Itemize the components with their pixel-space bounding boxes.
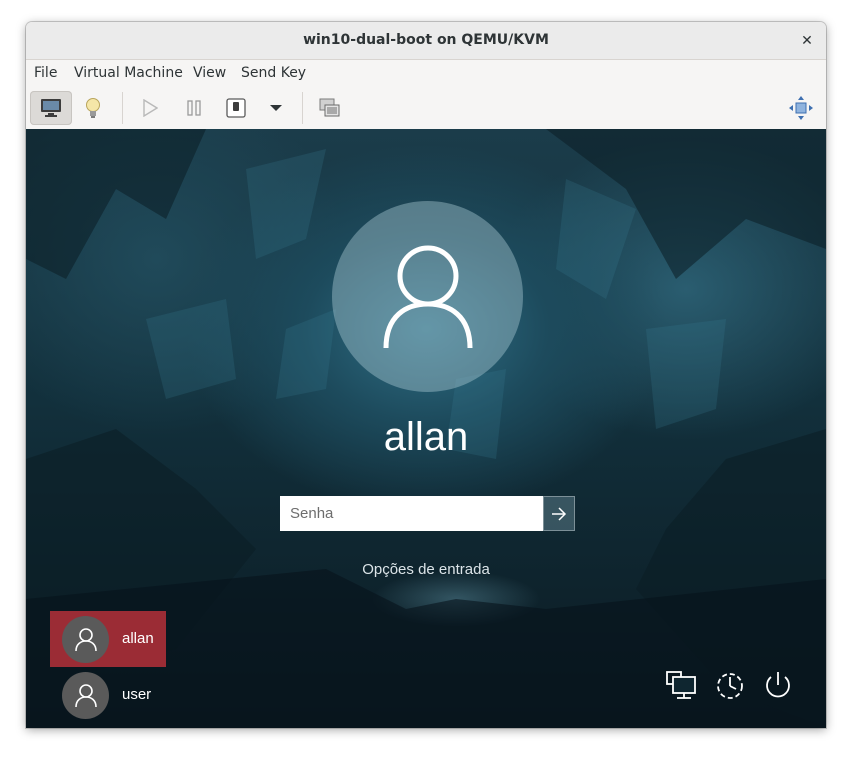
password-box [280,496,575,531]
user-avatar [332,201,523,392]
menu-virtual-machine[interactable]: Virtual Machine [74,60,183,86]
snapshots-icon [319,98,340,117]
pause-icon [187,100,201,116]
run-button[interactable] [129,91,171,125]
arrow-right-icon [552,506,567,521]
user-tile-label: allan [122,630,154,647]
submit-button[interactable] [543,496,575,531]
avatar [62,616,109,663]
power-button[interactable] [760,667,796,703]
console-icon [41,99,61,117]
user-icon [383,245,472,348]
user-icon [74,683,97,707]
menu-view[interactable]: View [193,60,226,86]
accessibility-icon [717,673,743,699]
power-icon [766,672,790,698]
lightbulb-icon [86,98,100,118]
signin-options-link[interactable]: Opções de entrada [26,561,826,578]
details-button[interactable] [72,91,114,125]
user-tile-label: user [122,686,152,703]
password-input[interactable] [280,496,543,531]
snapshots-button[interactable] [309,91,351,125]
user-icon [74,627,97,651]
window-title: win10-dual-boot on QEMU/KVM [303,32,549,48]
user-tile-user[interactable]: user [50,667,166,723]
play-icon [143,99,158,117]
user-tile-allan[interactable]: allan [50,611,166,667]
network-button[interactable] [664,667,700,703]
login-username: allan [383,415,469,459]
toolbar-separator [122,92,123,124]
fullscreen-icon [789,96,813,120]
menu-file[interactable]: File [34,60,57,86]
console-button[interactable] [30,91,72,125]
shutdown-button[interactable] [215,91,257,125]
close-button[interactable]: ✕ [796,30,818,52]
shutdown-menu-button[interactable] [255,91,297,125]
fullscreen-button[interactable] [780,91,822,125]
menu-send-key[interactable]: Send Key [241,60,306,86]
vm-display[interactable]: allan Opções de entrada allan user [26,129,826,728]
menubar: File Virtual Machine View Send Key [26,60,826,86]
toolbar-separator [302,92,303,124]
dropdown-arrow-icon [270,105,282,111]
toolbar [26,86,826,130]
titlebar[interactable]: win10-dual-boot on QEMU/KVM ✕ [26,22,826,60]
vm-window: win10-dual-boot on QEMU/KVM ✕ File Virtu… [26,22,826,728]
avatar [62,672,109,719]
shutdown-icon [226,98,246,118]
pause-button[interactable] [173,91,215,125]
network-icon [666,671,696,699]
accessibility-button[interactable] [712,667,748,703]
